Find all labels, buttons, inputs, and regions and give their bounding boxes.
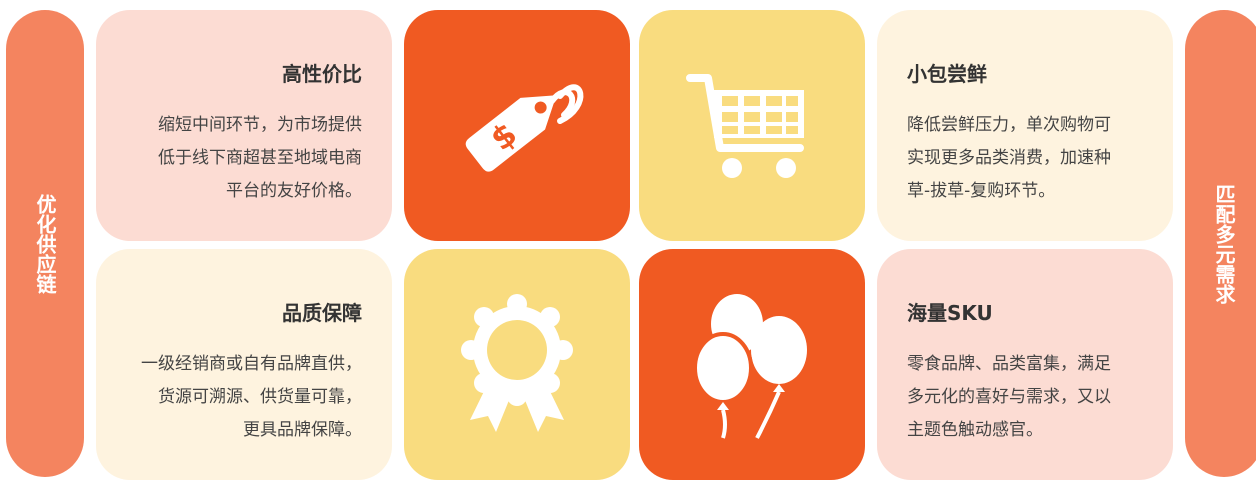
right-pill-label: 匹配多元需求: [1212, 183, 1236, 304]
trial-card-line: 草-拔草-复购环节。: [907, 181, 1056, 201]
sku-card-line: 多元化的喜好与需求，又以: [907, 387, 1111, 407]
shopping-cart-tile: [639, 10, 865, 241]
award-ribbon-icon: [461, 293, 573, 432]
left-pill-label: 优化供应链: [33, 193, 57, 294]
quality-card-line: 货源可溯源、供货量可靠，: [158, 387, 362, 407]
sku-card-line: 零食品牌、品类富集，满足: [907, 354, 1111, 374]
trial-card-desc: 降低尝鲜压力，单次购物可 实现更多品类消费，加速种 草-拔草-复购环节。: [907, 109, 1143, 208]
price-tag-tile: $: [404, 10, 630, 241]
left-side-pill: 优化供应链: [6, 10, 84, 477]
shopping-cart-icon: [686, 73, 804, 178]
value-card-line: 缩短中间环节，为市场提供: [158, 115, 362, 135]
balloons-tile: [639, 249, 865, 480]
right-side-pill: 匹配多元需求: [1185, 10, 1256, 477]
price-tag-icon: $: [465, 83, 584, 172]
sku-card-title: 海量SKU: [907, 301, 993, 325]
trial-card-title: 小包尝鲜: [907, 62, 987, 86]
value-card-line: 低于线下商超甚至地域电商: [158, 148, 362, 168]
value-card-desc: 缩短中间环节，为市场提供 低于线下商超甚至地域电商 平台的友好价格。: [126, 109, 362, 208]
sku-card-line: 主题色触动感官。: [907, 420, 1043, 440]
trial-card-line: 实现更多品类消费，加速种: [907, 148, 1111, 168]
quality-card: 品质保障 一级经销商或自有品牌直供， 货源可溯源、供货量可靠， 更具品牌保障。: [96, 249, 392, 480]
sku-card: 海量SKU 零食品牌、品类富集，满足 多元化的喜好与需求，又以 主题色触动感官。: [877, 249, 1173, 480]
quality-card-title: 品质保障: [282, 301, 362, 325]
sku-card-desc: 零食品牌、品类富集，满足 多元化的喜好与需求，又以 主题色触动感官。: [907, 348, 1143, 447]
value-card-line: 平台的友好价格。: [226, 181, 362, 201]
value-card-title: 高性价比: [282, 62, 362, 86]
trial-card-line: 降低尝鲜压力，单次购物可: [907, 115, 1111, 135]
trial-card: 小包尝鲜 降低尝鲜压力，单次购物可 实现更多品类消费，加速种 草-拔草-复购环节…: [877, 10, 1173, 241]
quality-card-line: 一级经销商或自有品牌直供，: [141, 354, 362, 374]
quality-card-line: 更具品牌保障。: [243, 420, 362, 440]
balloons-icon: [693, 293, 807, 439]
award-ribbon-tile: [404, 249, 630, 480]
value-card: 高性价比 缩短中间环节，为市场提供 低于线下商超甚至地域电商 平台的友好价格。: [96, 10, 392, 241]
quality-card-desc: 一级经销商或自有品牌直供， 货源可溯源、供货量可靠， 更具品牌保障。: [126, 348, 362, 447]
